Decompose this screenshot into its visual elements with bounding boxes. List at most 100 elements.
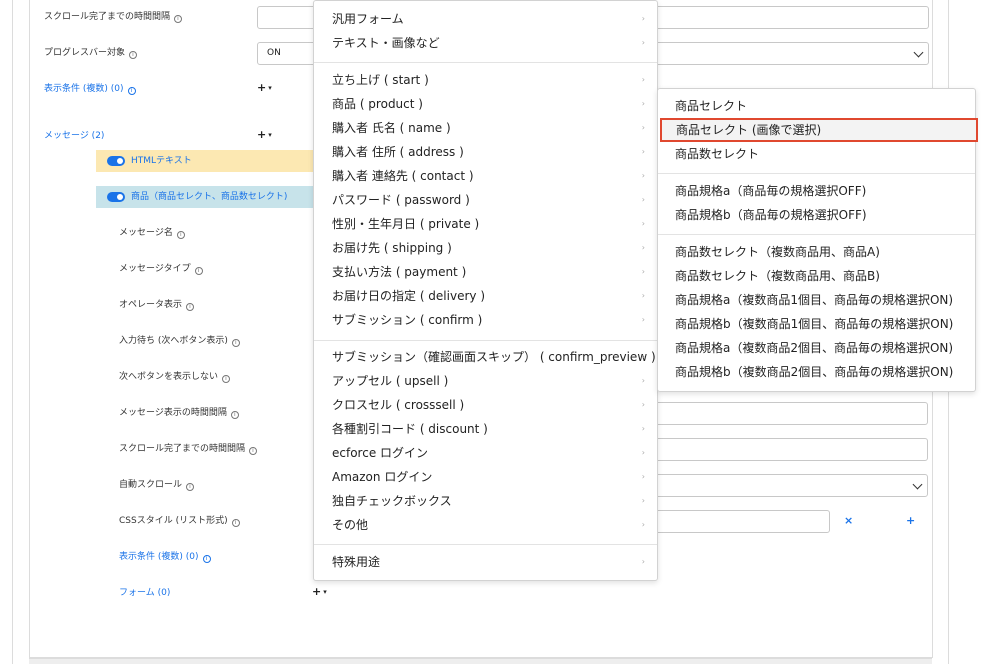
add-form-button[interactable]: + ▾ [312,586,327,598]
message-product[interactable]: 商品（商品セレクト、商品数セレクト) [96,186,314,208]
menu-item[interactable]: 購入者 氏名 ( name ) › [314,116,657,140]
chevron-right-icon: › [641,123,645,132]
submenu-item-label: 商品数セレクト [675,147,760,161]
message-html-text-label: HTMLテキスト [131,156,192,166]
info-icon: i [186,303,195,311]
add-condition-button[interactable]: + ▾ [257,82,272,94]
menu-item[interactable]: 各種割引コード ( discount ) › [314,417,657,441]
menu-item-label: サブミッション（確認画面スキップ） ( confirm_preview ) [332,350,656,364]
sub-scroll-interval-input[interactable] [640,438,928,461]
submenu-item-label: 商品規格a（商品毎の規格選択OFF) [675,184,867,198]
chevron-down-icon [912,479,923,490]
menu-item[interactable]: テキスト・画像など › [314,31,657,55]
chevron-right-icon: › [641,195,645,204]
menu-item[interactable]: 特殊用途 › [314,550,657,574]
next-section-bar [29,658,932,664]
display-interval-label: メッセージ表示の時間間隔 i [119,407,239,419]
submenu-item-label: 商品セレクト (画像で選択) [676,123,822,137]
submenu-item[interactable]: 商品規格b（複数商品2個目、商品毎の規格選択ON) [658,360,975,384]
submenu-item-label: 商品規格b（商品毎の規格選択OFF) [675,208,867,222]
submenu-item[interactable]: 商品規格a（複数商品1個目、商品毎の規格選択ON) [658,288,975,312]
chevron-right-icon: › [641,99,645,108]
menu-item-label: サブミッション ( confirm ) [332,313,483,327]
menu-item-label: アップセル ( upsell ) [332,374,449,388]
component-type-menu: 汎用フォーム › テキスト・画像など › 立ち上げ ( start ) › 商品 ( pr… [313,0,658,581]
chevron-down-icon [913,47,924,58]
menu-item[interactable]: 支払い方法 ( payment ) › [314,260,657,284]
menu-item[interactable]: 独自チェックボックス › [314,489,657,513]
menu-item[interactable]: サブミッション（確認画面スキップ） ( confirm_preview ) › [314,345,657,369]
info-icon: i [222,375,231,383]
menu-item[interactable]: その他 › [314,513,657,537]
product-submenu: 商品セレクト商品セレクト (画像で選択) 商品数セレクト 商品規格a（商品毎の規格… [657,88,978,392]
menu-item-label: 支払い方法 ( payment ) [332,265,467,279]
menu-item[interactable]: 購入者 住所 ( address ) › [314,140,657,164]
scroll-interval-label: スクロール完了までの時間間隔 i [44,11,183,23]
sub-display-condition-link[interactable]: 表示条件 (複数) (0) i [119,551,211,563]
auto-scroll-select[interactable] [640,474,928,497]
operator-label: オペレータ表示 i [119,299,195,311]
menu-item[interactable]: 立ち上げ ( start ) › [314,68,657,92]
chevron-right-icon: › [641,400,645,409]
chevron-right-icon: › [641,267,645,276]
info-icon: i [231,519,240,527]
submenu-item[interactable]: 商品数セレクト（複数商品用、商品A) [658,240,975,264]
submenu-item[interactable]: 商品規格a（商品毎の規格選択OFF) [658,179,975,203]
menu-item[interactable]: お届け先 ( shipping ) › [314,236,657,260]
menu-item[interactable]: Amazon ログイン › [314,465,657,489]
menu-item[interactable]: サブミッション ( confirm ) › [314,308,657,332]
menu-item[interactable]: 購入者 連絡先 ( contact ) › [314,164,657,188]
submenu-item[interactable]: 商品規格b（複数商品1個目、商品毎の規格選択ON) [658,312,975,336]
menu-item[interactable]: クロスセル ( crosssell ) › [314,393,657,417]
frame-left-inner [29,0,30,658]
menu-item-label: テキスト・画像など [332,36,440,50]
menu-item-label: 立ち上げ ( start ) [332,73,429,87]
info-icon: i [176,231,185,239]
menu-item[interactable]: アップセル ( upsell ) › [314,369,657,393]
info-icon: i [230,411,239,419]
toggle-switch[interactable] [107,156,125,166]
submenu-item-label: 商品規格b（複数商品2個目、商品毎の規格選択ON) [675,365,954,379]
caret-down-icon: ▾ [323,588,327,596]
menu-divider [314,62,657,63]
info-icon: i [127,87,136,95]
css-style-input[interactable] [640,510,830,533]
submenu-item-highlighted[interactable]: 商品セレクト (画像で選択) [660,118,978,142]
page: スクロール完了までの時間間隔 i プログレスバー対象 i ON 表示条件 (複数) … [0,0,994,664]
remove-css-button[interactable]: × [844,515,853,527]
info-icon: i [202,555,211,563]
submenu-item[interactable]: 商品数セレクト [658,142,975,166]
input-wait-label: 入力待ち (次へボタン表示) i [119,335,240,347]
menu-divider [658,173,975,174]
progress-target-label: プログレスバー対象 i [44,47,138,59]
caret-down-icon: ▾ [268,131,272,139]
display-condition-link[interactable]: 表示条件 (複数) (0) i [44,83,136,95]
menu-item-label: 購入者 氏名 ( name ) [332,121,451,135]
message-link[interactable]: メッセージ (2) [44,130,104,142]
message-html-text[interactable]: HTMLテキスト [96,150,314,172]
add-css-button[interactable]: + [906,515,915,527]
chevron-right-icon: › [641,557,645,566]
add-message-button[interactable]: + ▾ [257,129,272,141]
menu-item-label: お届け先 ( shipping ) [332,241,452,255]
info-icon: i [186,483,195,491]
menu-item[interactable]: お届け日の指定 ( delivery ) › [314,284,657,308]
submenu-item[interactable]: 商品数セレクト（複数商品用、商品B) [658,264,975,288]
chevron-right-icon: › [641,424,645,433]
submenu-item-label: 商品規格b（複数商品1個目、商品毎の規格選択ON) [675,317,954,331]
menu-item[interactable]: パスワード ( password ) › [314,188,657,212]
toggle-switch[interactable] [107,192,125,202]
menu-item-label: クロスセル ( crosssell ) [332,398,465,412]
menu-item[interactable]: 汎用フォーム › [314,7,657,31]
menu-item[interactable]: 商品 ( product ) › [314,92,657,116]
form-link[interactable]: フォーム (0) [119,587,170,599]
submenu-item[interactable]: 商品規格b（商品毎の規格選択OFF) [658,203,975,227]
display-interval-input[interactable] [640,402,928,425]
submenu-item[interactable]: 商品規格a（複数商品2個目、商品毎の規格選択ON) [658,336,975,360]
frame-left-outer [12,0,13,664]
auto-scroll-label: 自動スクロール i [119,479,195,491]
menu-item[interactable]: ecforce ログイン › [314,441,657,465]
submenu-item[interactable]: 商品セレクト [658,94,975,118]
menu-item-label: パスワード ( password ) [332,193,470,207]
menu-item[interactable]: 性別・生年月日 ( private ) › [314,212,657,236]
